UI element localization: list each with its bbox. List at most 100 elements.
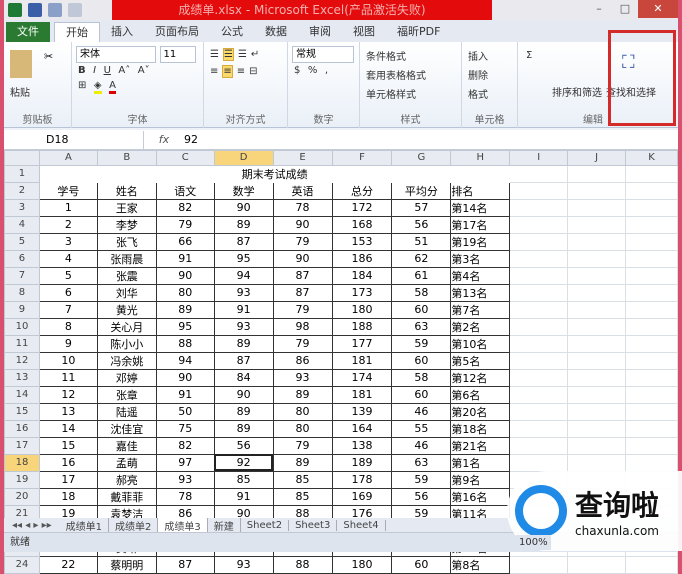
maximize-button[interactable]: □ bbox=[612, 0, 638, 18]
row-header[interactable]: 14 bbox=[4, 385, 40, 404]
align-center-button[interactable]: ≡ bbox=[222, 65, 233, 78]
sheet-tab[interactable]: 成绩单1 bbox=[60, 517, 110, 533]
cell[interactable]: 嘉佳 bbox=[96, 436, 157, 455]
cell[interactable] bbox=[509, 385, 569, 404]
cell[interactable] bbox=[625, 249, 678, 268]
tab-4[interactable]: 公式 bbox=[210, 22, 254, 42]
cell[interactable]: 孟萌 bbox=[96, 453, 157, 472]
comma-button[interactable]: , bbox=[325, 65, 328, 76]
insert-button[interactable]: 插入 bbox=[468, 48, 488, 63]
column-header[interactable]: H bbox=[450, 150, 511, 166]
cell[interactable] bbox=[625, 351, 678, 370]
cell[interactable] bbox=[625, 453, 678, 472]
cell[interactable] bbox=[567, 283, 626, 302]
cell[interactable]: 60 bbox=[391, 555, 452, 574]
cell[interactable]: 87 bbox=[272, 283, 333, 302]
cell[interactable]: 181 bbox=[331, 385, 393, 404]
cell[interactable]: 169 bbox=[331, 487, 393, 506]
row-header[interactable]: 9 bbox=[4, 300, 40, 319]
row-header[interactable]: 18 bbox=[4, 453, 40, 472]
cell[interactable]: 第3名 bbox=[450, 249, 511, 268]
border-button[interactable]: ⊞ bbox=[78, 80, 86, 91]
cell[interactable]: 79 bbox=[272, 436, 333, 455]
cell[interactable]: 15 bbox=[38, 436, 98, 455]
cell[interactable] bbox=[625, 555, 678, 574]
number-format-select[interactable]: 常规 bbox=[292, 46, 354, 63]
cell[interactable]: 85 bbox=[213, 470, 274, 489]
cell[interactable]: 22 bbox=[38, 555, 98, 574]
cell[interactable]: 95 bbox=[155, 317, 215, 336]
row-header[interactable]: 12 bbox=[4, 351, 40, 370]
cell[interactable]: 7 bbox=[38, 300, 98, 319]
cell[interactable] bbox=[625, 300, 678, 319]
cell[interactable]: 66 bbox=[155, 232, 215, 251]
cell[interactable] bbox=[625, 232, 678, 251]
cell[interactable] bbox=[567, 181, 626, 200]
cell[interactable]: 178 bbox=[331, 470, 393, 489]
cell[interactable]: 58 bbox=[391, 283, 452, 302]
align-left-button[interactable]: ≡ bbox=[210, 66, 218, 77]
header-cell[interactable]: 平均分 bbox=[391, 181, 452, 200]
cell[interactable]: 88 bbox=[272, 555, 333, 574]
cell[interactable]: 63 bbox=[391, 317, 452, 336]
cell[interactable] bbox=[509, 453, 569, 472]
sheet-tab[interactable]: 新建 bbox=[208, 517, 241, 533]
cell[interactable] bbox=[625, 215, 678, 234]
cell[interactable]: 12 bbox=[38, 385, 98, 404]
cell[interactable] bbox=[625, 436, 678, 455]
shrink-font-button[interactable]: A˅ bbox=[138, 65, 150, 76]
row-header[interactable]: 8 bbox=[4, 283, 40, 302]
cell[interactable]: 6 bbox=[38, 283, 98, 302]
minimize-button[interactable]: – bbox=[586, 0, 612, 18]
cell[interactable]: 50 bbox=[155, 402, 215, 421]
cell[interactable]: 94 bbox=[155, 351, 215, 370]
cell[interactable] bbox=[567, 385, 626, 404]
cell[interactable]: 56 bbox=[391, 487, 452, 506]
row-header[interactable]: 5 bbox=[4, 232, 40, 251]
cell[interactable] bbox=[567, 368, 626, 387]
cell[interactable] bbox=[509, 283, 569, 302]
cell[interactable]: 郝亮 bbox=[96, 470, 157, 489]
cell[interactable]: 79 bbox=[272, 232, 333, 251]
cell[interactable]: 164 bbox=[331, 419, 393, 438]
cell[interactable]: 第5名 bbox=[450, 351, 511, 370]
cell[interactable]: 78 bbox=[155, 487, 215, 506]
cell[interactable] bbox=[625, 402, 678, 421]
cell[interactable]: 18 bbox=[38, 487, 98, 506]
autosum-button[interactable]: Σ bbox=[526, 50, 532, 61]
cell-styles-button[interactable]: 单元格样式 bbox=[366, 86, 416, 101]
header-cell[interactable]: 英语 bbox=[272, 181, 333, 200]
row-header[interactable]: 20 bbox=[4, 487, 40, 506]
formula-input[interactable]: 92 bbox=[184, 133, 198, 146]
save-icon[interactable] bbox=[28, 3, 42, 17]
cell[interactable]: 60 bbox=[391, 351, 452, 370]
cell[interactable]: 蔡明明 bbox=[96, 555, 157, 574]
cell[interactable]: 91 bbox=[213, 487, 274, 506]
cell[interactable] bbox=[509, 164, 569, 183]
cell[interactable]: 第17名 bbox=[450, 215, 511, 234]
cell[interactable]: 李梦 bbox=[96, 215, 157, 234]
zoom-level[interactable]: 100% bbox=[516, 535, 551, 550]
font-name-select[interactable]: 宋体 bbox=[76, 46, 156, 63]
cell[interactable]: 63 bbox=[391, 453, 452, 472]
cell[interactable]: 邓婷 bbox=[96, 368, 157, 387]
cell[interactable]: 91 bbox=[213, 300, 274, 319]
cell[interactable]: 79 bbox=[272, 300, 333, 319]
cell[interactable] bbox=[625, 419, 678, 438]
cell[interactable]: 55 bbox=[391, 419, 452, 438]
cell[interactable]: 89 bbox=[213, 215, 274, 234]
cell[interactable] bbox=[509, 351, 569, 370]
row-header[interactable]: 6 bbox=[4, 249, 40, 268]
row-header[interactable]: 7 bbox=[4, 266, 40, 285]
sheet-tab[interactable]: 成绩单3 bbox=[158, 517, 208, 533]
cell[interactable]: 46 bbox=[391, 436, 452, 455]
cut-icon[interactable]: ✂ bbox=[44, 50, 53, 63]
cell[interactable]: 89 bbox=[272, 453, 333, 472]
sheet-nav-arrows[interactable]: ◂◂ ◂ ▸ ▸▸ bbox=[4, 520, 60, 531]
tab-6[interactable]: 审阅 bbox=[298, 22, 342, 42]
cell[interactable]: 80 bbox=[272, 419, 333, 438]
row-header[interactable]: 11 bbox=[4, 334, 40, 353]
cell[interactable]: 172 bbox=[331, 198, 393, 217]
cell[interactable] bbox=[625, 283, 678, 302]
cell[interactable] bbox=[509, 334, 569, 353]
